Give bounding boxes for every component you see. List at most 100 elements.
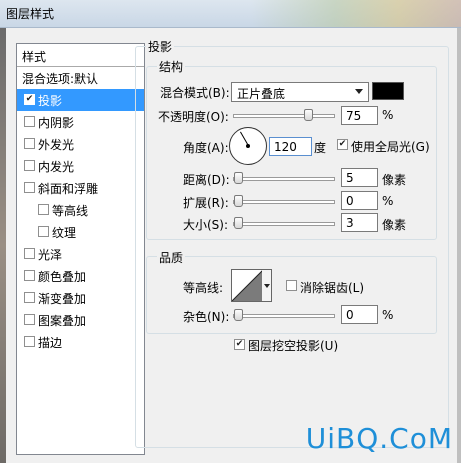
sidebar-item-contour[interactable]: 等高线: [17, 199, 144, 221]
watermark-logo: UiBQ.CoM: [305, 422, 453, 455]
noise-unit: %: [382, 308, 394, 322]
angle-value: 120: [274, 140, 297, 154]
gradient-overlay-checkbox[interactable]: [24, 292, 35, 303]
color-overlay-checkbox[interactable]: [24, 270, 35, 281]
right-edge: [457, 28, 461, 463]
contour-picker-button[interactable]: [262, 269, 272, 302]
pattern-overlay-checkbox[interactable]: [24, 314, 35, 325]
sidebar-item-label: 光泽: [38, 248, 63, 262]
opacity-value: 75: [346, 109, 362, 123]
opacity-slider-thumb[interactable]: [304, 109, 313, 121]
knockout-checkbox[interactable]: ✔: [234, 339, 245, 350]
size-slider-thumb[interactable]: [234, 217, 243, 229]
sidebar-item-label: 投影: [38, 94, 63, 108]
noise-input[interactable]: 0: [341, 305, 378, 324]
inner-shadow-checkbox[interactable]: [24, 116, 35, 127]
bevel-emboss-checkbox[interactable]: [24, 182, 35, 193]
angle-input[interactable]: 120: [269, 137, 312, 156]
distance-unit: 像素: [382, 173, 407, 187]
chevron-down-icon: [264, 284, 270, 288]
title-bar: 图层样式: [0, 0, 461, 28]
sidebar-item-label: 图案叠加: [38, 314, 87, 328]
noise-slider-track[interactable]: [233, 314, 335, 318]
sidebar-item-drop-shadow[interactable]: ✔ 投影: [17, 89, 144, 111]
blending-options-item[interactable]: 混合选项:默认: [17, 67, 144, 89]
sidebar-item-label: 渐变叠加: [38, 292, 87, 306]
sidebar-item-inner-shadow[interactable]: 内阴影: [17, 111, 144, 133]
outer-glow-checkbox[interactable]: [24, 138, 35, 149]
distance-slider-thumb[interactable]: [234, 172, 243, 184]
distance-input[interactable]: 5: [341, 168, 378, 187]
chevron-down-icon: [355, 89, 363, 94]
opacity-unit: %: [382, 108, 394, 122]
spread-label: 扩展(R):: [183, 196, 229, 210]
opacity-input[interactable]: 75: [341, 106, 378, 125]
noise-slider-thumb[interactable]: [234, 309, 243, 321]
sidebar-item-label: 描边: [38, 336, 63, 350]
contour-label: 等高线:: [183, 281, 224, 295]
global-light-label: 使用全局光(G): [351, 140, 430, 154]
sidebar-item-satin[interactable]: 光泽: [17, 243, 144, 265]
global-light-checkbox[interactable]: ✔: [337, 139, 348, 150]
texture-checkbox[interactable]: [38, 226, 49, 237]
styles-header[interactable]: 样式: [17, 44, 144, 67]
contour-curve-icon: [232, 270, 263, 301]
sidebar-item-color-overlay[interactable]: 颜色叠加: [17, 265, 144, 287]
size-label: 大小(S):: [183, 218, 229, 232]
sidebar-item-gradient-overlay[interactable]: 渐变叠加: [17, 287, 144, 309]
shadow-color-swatch[interactable]: [372, 82, 404, 100]
knockout-label: 图层挖空投影(U): [248, 339, 339, 353]
quality-title: 品质: [157, 249, 186, 266]
sidebar-item-label: 内发光: [38, 160, 75, 174]
drop-shadow-checkbox[interactable]: ✔: [24, 94, 35, 105]
size-slider-track[interactable]: [233, 222, 335, 226]
drop-shadow-title: 投影: [146, 38, 175, 55]
blend-mode-dropdown[interactable]: 正片叠底: [231, 82, 369, 102]
window-title: 图层样式: [6, 7, 55, 21]
antialias-checkbox[interactable]: [286, 280, 297, 291]
sidebar-item-bevel-emboss[interactable]: 斜面和浮雕: [17, 177, 144, 199]
size-input[interactable]: 3: [341, 213, 378, 232]
contour-preview[interactable]: [231, 269, 264, 302]
left-edge-decoration: [0, 28, 6, 463]
sidebar-item-label: 颜色叠加: [38, 270, 87, 284]
spread-value: 0: [346, 194, 354, 208]
angle-dial-center: [246, 144, 250, 148]
antialias-label: 消除锯齿(L): [300, 281, 365, 295]
blend-mode-label: 混合模式(B):: [160, 86, 230, 100]
spread-input[interactable]: 0: [341, 191, 378, 210]
sidebar-item-label: 外发光: [38, 138, 75, 152]
blending-options-label: 混合选项:默认: [22, 72, 99, 86]
sidebar-item-label: 内阴影: [38, 116, 75, 130]
sidebar-item-outer-glow[interactable]: 外发光: [17, 133, 144, 155]
size-unit: 像素: [382, 218, 407, 232]
opacity-slider-track[interactable]: [233, 114, 335, 118]
spread-slider-thumb[interactable]: [234, 195, 243, 207]
blend-mode-value: 正片叠底: [237, 87, 286, 101]
angle-unit: 度: [314, 141, 327, 155]
inner-glow-checkbox[interactable]: [24, 160, 35, 171]
angle-dial[interactable]: [229, 127, 267, 165]
sidebar-item-stroke[interactable]: 描边: [17, 331, 144, 353]
sidebar-item-pattern-overlay[interactable]: 图案叠加: [17, 309, 144, 331]
sidebar-item-label: 等高线: [52, 204, 89, 218]
title-decoration: [251, 0, 461, 27]
sidebar-item-inner-glow[interactable]: 内发光: [17, 155, 144, 177]
spread-unit: %: [382, 194, 394, 208]
contour-checkbox[interactable]: [38, 204, 49, 215]
size-value: 3: [346, 216, 354, 230]
sidebar-item-texture[interactable]: 纹理: [17, 221, 144, 243]
distance-label: 距离(D):: [183, 173, 230, 187]
structure-title: 结构: [157, 58, 186, 75]
styles-header-label: 样式: [22, 50, 47, 64]
distance-slider-track[interactable]: [233, 177, 335, 181]
satin-checkbox[interactable]: [24, 248, 35, 259]
styles-list: 样式 混合选项:默认 ✔ 投影 内阴影 外发光 内发光 斜面和浮雕 等高线 纹理…: [16, 43, 145, 455]
angle-label: 角度(A):: [183, 141, 229, 155]
spread-slider-track[interactable]: [233, 200, 335, 204]
distance-value: 5: [346, 171, 354, 185]
noise-value: 0: [346, 308, 354, 322]
sidebar-item-label: 纹理: [52, 226, 77, 240]
opacity-label: 不透明度(O):: [158, 110, 229, 124]
stroke-checkbox[interactable]: [24, 336, 35, 347]
